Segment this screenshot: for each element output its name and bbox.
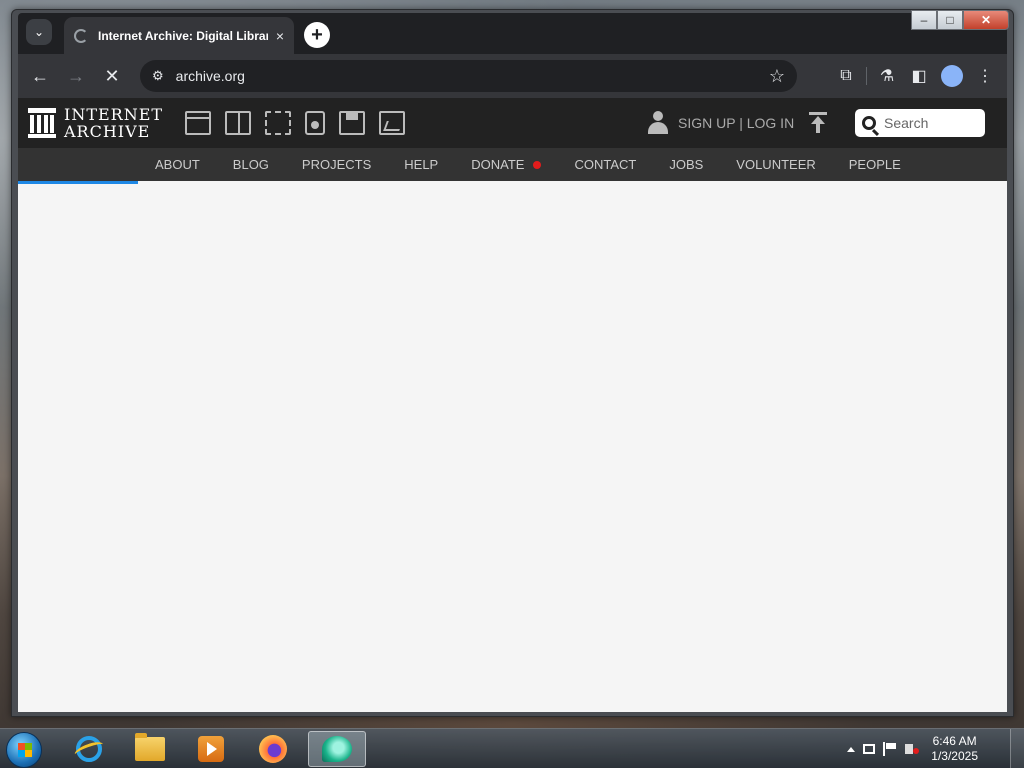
search-box[interactable]: [855, 109, 985, 137]
wordmark-line-1: INTERNET: [64, 105, 164, 124]
clock-date: 1/3/2025: [931, 749, 978, 763]
tab-search-button[interactable]: ⌄: [26, 19, 52, 45]
ia-wordmark: INTERNET ARCHIVE: [64, 106, 163, 140]
chrome-app-icon: [322, 736, 352, 762]
nav-people[interactable]: PEOPLE: [849, 157, 901, 172]
labs-flask-icon[interactable]: ⚗: [871, 66, 903, 86]
web-icon[interactable]: [185, 111, 212, 135]
toolbar-actions: ⧉ ⚗ ◧ ⋮: [830, 54, 1001, 98]
show-desktop-button[interactable]: [1010, 729, 1024, 768]
action-center-flag-icon[interactable]: [883, 742, 897, 756]
network-icon[interactable]: [863, 744, 876, 754]
nav-jobs[interactable]: JOBS: [669, 157, 703, 172]
tab-strip: ⌄ Internet Archive: Digital Library of F…: [18, 10, 1009, 54]
new-tab-button[interactable]: +: [304, 22, 330, 48]
extensions-icon[interactable]: ⧉: [830, 67, 862, 85]
side-panel-icon[interactable]: ◧: [903, 66, 935, 86]
loading-spinner-icon: [74, 28, 88, 43]
page-loading-bar: [18, 181, 138, 184]
bookmark-star-icon[interactable]: ☆: [769, 66, 785, 87]
upload-icon[interactable]: [808, 112, 828, 134]
archive-temple-icon: [28, 108, 56, 138]
taskbar-internet-explorer[interactable]: [60, 731, 118, 767]
donate-heart-icon: [533, 160, 542, 169]
media-type-icons: [185, 111, 406, 135]
browser-toolbar: ← → ✕ ⚙ archive.org ☆ ⧉ ⚗ ◧ ⋮: [18, 54, 1007, 98]
browser-window: ⌄ Internet Archive: Digital Library of F…: [11, 9, 1014, 717]
stop-loading-button[interactable]: ✕: [94, 66, 130, 87]
texts-icon[interactable]: [225, 111, 252, 135]
media-player-icon: [198, 736, 224, 762]
search-input[interactable]: [884, 115, 974, 131]
chevron-down-icon: ⌄: [33, 25, 45, 39]
software-icon[interactable]: [339, 111, 366, 135]
window-controls: – □ ✕: [911, 10, 1009, 30]
toolbar-separator: [866, 67, 867, 85]
tab-close-button[interactable]: ×: [276, 28, 284, 44]
images-icon[interactable]: [379, 111, 406, 135]
profile-avatar-icon[interactable]: [941, 65, 963, 87]
tab-title: Internet Archive: Digital Library of Fre…: [97, 28, 268, 43]
back-button[interactable]: ←: [22, 66, 58, 87]
nav-about[interactable]: ABOUT: [155, 157, 200, 172]
audio-icon[interactable]: [305, 111, 326, 135]
taskbar-firefox[interactable]: [244, 731, 302, 767]
taskbar-chrome[interactable]: [308, 731, 366, 767]
ia-top-nav: INTERNET ARCHIVE SIGN UP | LOG IN: [18, 98, 1007, 148]
minimize-button[interactable]: –: [911, 10, 937, 30]
page-viewport: INTERNET ARCHIVE SIGN UP | LOG IN Search…: [18, 98, 1007, 712]
signup-login-link[interactable]: SIGN UP | LOG IN: [678, 115, 794, 131]
close-window-button[interactable]: ✕: [963, 10, 1009, 30]
nav-help[interactable]: HELP: [404, 157, 438, 172]
address-bar[interactable]: ⚙ archive.org ☆: [140, 60, 797, 92]
show-hidden-icons-icon[interactable]: [847, 746, 856, 752]
clock[interactable]: 6:46 AM 1/3/2025: [931, 734, 978, 764]
nav-contact[interactable]: CONTACT: [574, 157, 636, 172]
system-tray: 6:46 AM 1/3/2025: [847, 729, 978, 768]
clock-time: 6:46 AM: [932, 734, 977, 748]
forward-button[interactable]: →: [58, 66, 94, 87]
sub-nav-links: ABOUT BLOG PROJECTS HELP DONATE CONTACT …: [155, 157, 934, 172]
auth-area[interactable]: SIGN UP | LOG IN: [648, 98, 794, 148]
nav-donate[interactable]: DONATE: [471, 157, 542, 172]
taskbar-file-explorer[interactable]: [121, 731, 179, 767]
ia-sub-nav: ABOUT BLOG PROJECTS HELP DONATE CONTACT …: [18, 148, 1007, 184]
ia-logo[interactable]: INTERNET ARCHIVE: [28, 106, 163, 140]
wordmark-line-2: ARCHIVE: [64, 122, 151, 141]
user-icon: [648, 111, 668, 135]
nav-projects[interactable]: PROJECTS: [302, 157, 371, 172]
internet-explorer-icon: [76, 736, 102, 762]
url-text[interactable]: archive.org: [176, 68, 769, 84]
menu-kebab-icon[interactable]: ⋮: [969, 66, 1001, 86]
firefox-icon: [259, 735, 287, 763]
maximize-button[interactable]: □: [937, 10, 963, 30]
windows-taskbar: 6:46 AM 1/3/2025: [0, 728, 1024, 768]
search-icon: [862, 116, 876, 130]
taskbar-media-player[interactable]: [182, 731, 240, 767]
site-info-icon[interactable]: ⚙: [152, 68, 164, 84]
nav-blog[interactable]: BLOG: [233, 157, 269, 172]
nav-volunteer[interactable]: VOLUNTEER: [736, 157, 815, 172]
donate-label: DONATE: [471, 157, 525, 172]
tab-active[interactable]: Internet Archive: Digital Library of Fre…: [64, 17, 294, 54]
folder-icon: [135, 733, 165, 761]
volume-muted-icon[interactable]: [905, 744, 920, 754]
start-button[interactable]: [6, 732, 42, 768]
video-icon[interactable]: [265, 111, 292, 135]
